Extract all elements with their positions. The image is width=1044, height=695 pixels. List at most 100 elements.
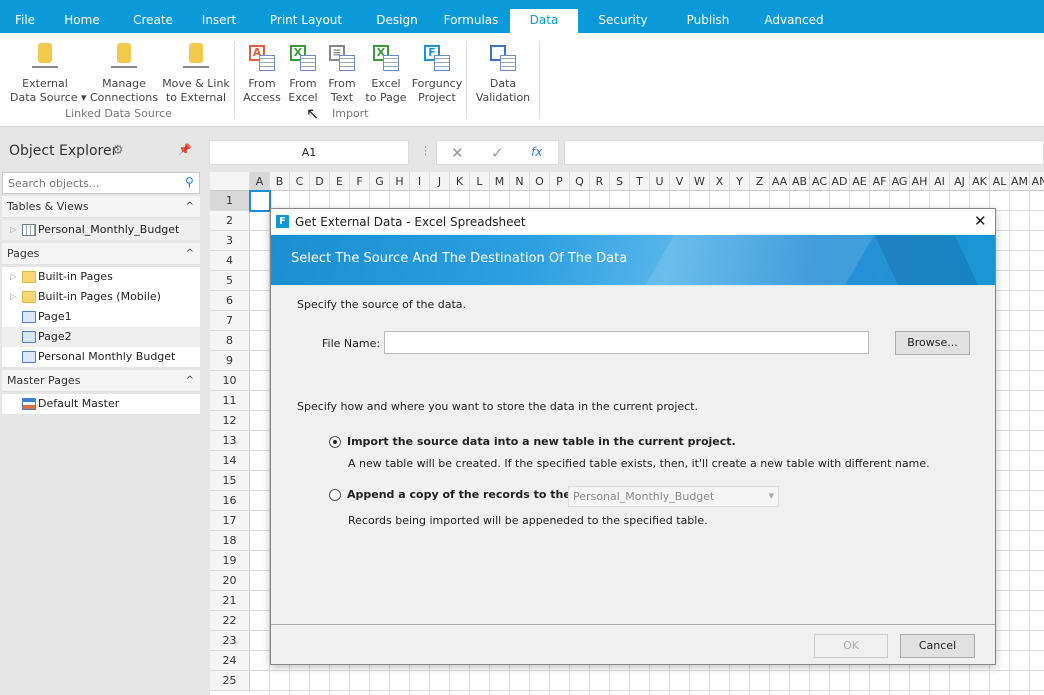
drag-handle-icon[interactable]: ⋮ xyxy=(420,144,431,157)
expand-arrow-icon[interactable]: ▷ xyxy=(10,287,16,307)
pin-icon[interactable]: 📌 xyxy=(178,143,192,156)
column-header[interactable]: AJ xyxy=(950,172,970,191)
column-header[interactable]: K xyxy=(450,172,470,191)
master-page-item[interactable]: Default Master xyxy=(2,394,200,414)
append-records-radio[interactable] xyxy=(329,489,341,501)
data-validation-button[interactable]: Data Validation xyxy=(468,43,538,105)
browse-button[interactable]: Browse... xyxy=(895,331,970,355)
column-header[interactable]: Q xyxy=(570,172,590,191)
column-header[interactable]: B xyxy=(270,172,290,191)
row-header[interactable]: 11 xyxy=(210,391,250,411)
column-header[interactable]: W xyxy=(690,172,710,191)
column-header[interactable]: A xyxy=(250,172,270,191)
column-header[interactable]: AI xyxy=(930,172,950,191)
column-header[interactable]: AA xyxy=(770,172,790,191)
row-header[interactable]: 20 xyxy=(210,571,250,591)
row-header[interactable]: 1 xyxy=(210,191,250,211)
row-header[interactable]: 5 xyxy=(210,271,250,291)
row-header[interactable]: 3 xyxy=(210,231,250,251)
row-header[interactable]: 6 xyxy=(210,291,250,311)
column-header[interactable]: Z xyxy=(750,172,770,191)
row-header[interactable]: 10 xyxy=(210,371,250,391)
table-item[interactable]: ▷ Personal_Monthly_Budget xyxy=(2,220,200,240)
column-header[interactable]: AD xyxy=(830,172,850,191)
column-header[interactable]: S xyxy=(610,172,630,191)
column-header[interactable]: AM xyxy=(1010,172,1030,191)
import-new-table-label[interactable]: Import the source data into a new table … xyxy=(347,435,736,448)
column-header[interactable]: AL xyxy=(990,172,1010,191)
expand-arrow-icon[interactable]: ▷ xyxy=(10,267,16,287)
tab-formulas[interactable]: Formulas xyxy=(432,9,510,33)
selected-cell-a1[interactable] xyxy=(249,190,271,212)
manage-connections-button[interactable]: Manage Connections xyxy=(89,43,159,105)
table-select[interactable]: Personal_Monthly_Budget ▼ xyxy=(568,486,779,507)
column-header[interactable]: AB xyxy=(790,172,810,191)
forguncy-project-button[interactable]: F Forguncy Project xyxy=(402,43,472,105)
close-icon[interactable]: ✕ xyxy=(974,212,987,230)
column-header[interactable]: L xyxy=(470,172,490,191)
search-icon[interactable]: ⚲ xyxy=(185,175,194,189)
ok-button[interactable]: OK xyxy=(814,634,888,658)
column-header[interactable]: V xyxy=(670,172,690,191)
chevron-up-icon[interactable]: ^ xyxy=(186,196,194,218)
confirm-icon[interactable]: ✓ xyxy=(491,144,504,162)
row-header[interactable]: 25 xyxy=(210,671,250,691)
row-header[interactable]: 13 xyxy=(210,431,250,451)
column-header[interactable]: AK xyxy=(970,172,990,191)
row-header[interactable]: 23 xyxy=(210,631,250,651)
column-header[interactable]: R xyxy=(590,172,610,191)
column-header[interactable]: I xyxy=(410,172,430,191)
row-header[interactable]: 4 xyxy=(210,251,250,271)
column-header[interactable]: U xyxy=(650,172,670,191)
cancel-icon[interactable]: ✕ xyxy=(451,144,464,162)
column-header[interactable]: T xyxy=(630,172,650,191)
row-header[interactable]: 12 xyxy=(210,411,250,431)
row-header[interactable]: 8 xyxy=(210,331,250,351)
tab-publish[interactable]: Publish xyxy=(668,9,748,33)
chevron-up-icon[interactable]: ^ xyxy=(186,243,194,265)
column-header[interactable]: C xyxy=(290,172,310,191)
column-header[interactable]: E xyxy=(330,172,350,191)
import-new-table-radio[interactable] xyxy=(329,436,341,448)
row-header[interactable]: 9 xyxy=(210,351,250,371)
external-data-source-button[interactable]: External Data Source ▾ xyxy=(10,43,87,105)
tab-create[interactable]: Create xyxy=(118,9,188,33)
expand-arrow-icon[interactable]: ▷ xyxy=(10,220,16,240)
select-all-corner[interactable] xyxy=(210,172,250,191)
move-link-external-button[interactable]: Move & Link to External xyxy=(161,43,231,105)
column-header[interactable]: Y xyxy=(730,172,750,191)
row-header[interactable]: 17 xyxy=(210,511,250,531)
column-header[interactable]: M xyxy=(490,172,510,191)
column-header[interactable]: AE xyxy=(850,172,870,191)
cancel-button[interactable]: Cancel xyxy=(900,634,975,658)
column-header[interactable]: O xyxy=(530,172,550,191)
tab-security[interactable]: Security xyxy=(578,9,668,33)
column-header[interactable]: AH xyxy=(910,172,930,191)
page-item[interactable]: Page1 xyxy=(2,307,200,327)
name-box[interactable]: A1 xyxy=(209,140,409,165)
tab-design[interactable]: Design xyxy=(362,9,432,33)
tab-data[interactable]: Data xyxy=(510,9,578,33)
row-header[interactable]: 2 xyxy=(210,211,250,231)
column-header[interactable]: H xyxy=(390,172,410,191)
page-item[interactable]: ▷ Built-in Pages xyxy=(2,267,200,287)
tab-print-layout[interactable]: Print Layout xyxy=(250,9,362,33)
tab-home[interactable]: Home xyxy=(46,9,118,33)
chevron-up-icon[interactable]: ^ xyxy=(186,370,194,392)
column-header[interactable]: J xyxy=(430,172,450,191)
column-header[interactable]: AC xyxy=(810,172,830,191)
column-header[interactable]: X xyxy=(710,172,730,191)
file-name-input[interactable] xyxy=(384,331,869,354)
tables-views-section[interactable]: Tables & Views ^ xyxy=(2,196,200,218)
row-header[interactable]: 16 xyxy=(210,491,250,511)
column-header[interactable]: AG xyxy=(890,172,910,191)
row-header[interactable]: 15 xyxy=(210,471,250,491)
gear-icon[interactable]: ⚙ xyxy=(112,143,124,158)
row-header[interactable]: 14 xyxy=(210,451,250,471)
master-pages-section[interactable]: Master Pages ^ xyxy=(2,370,200,392)
search-objects-input[interactable] xyxy=(2,172,200,194)
row-header[interactable]: 21 xyxy=(210,591,250,611)
column-header[interactable]: N xyxy=(510,172,530,191)
function-icon[interactable]: fx xyxy=(531,145,542,159)
column-header[interactable]: F xyxy=(350,172,370,191)
